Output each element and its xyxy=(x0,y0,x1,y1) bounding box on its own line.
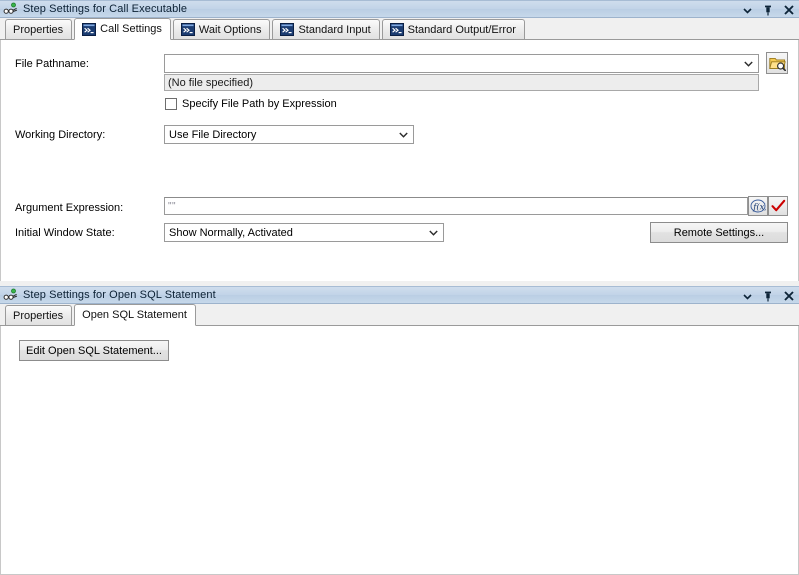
svg-text:f(x): f(x) xyxy=(752,201,766,212)
tab-standard-output-error[interactable]: Standard Output/Error xyxy=(381,19,525,39)
file-pathname-input[interactable] xyxy=(164,54,759,73)
browse-file-button[interactable] xyxy=(766,52,788,74)
tab-label: Properties xyxy=(13,309,64,322)
tab-label: Open SQL Statement xyxy=(82,309,187,321)
initial-window-state-label: Initial Window State: xyxy=(15,227,115,239)
auto-hide-pin-button[interactable] xyxy=(762,3,774,17)
step-settings-call-executable-panel: Step Settings for Call Executable Proper… xyxy=(0,0,799,281)
tab-standard-input[interactable]: Standard Input xyxy=(272,19,380,39)
working-directory-label: Working Directory: xyxy=(15,129,106,141)
initial-window-state-value: Show Normally, Activated xyxy=(169,226,293,239)
red-check-icon xyxy=(770,199,785,212)
panel-title: Step Settings for Call Executable xyxy=(23,3,188,15)
remote-settings-button[interactable]: Remote Settings... xyxy=(650,222,788,243)
tab-call-settings[interactable]: Call Settings xyxy=(74,18,171,40)
console-icon xyxy=(180,23,195,36)
step-icon xyxy=(3,2,19,16)
tab-label: Standard Input xyxy=(298,23,371,36)
working-directory-value: Use File Directory xyxy=(169,128,257,141)
open-sql-statement-form: Edit Open SQL Statement... xyxy=(0,326,799,575)
call-settings-form: File Pathname: (No file specified) Speci… xyxy=(0,40,799,281)
panel-menu-button[interactable] xyxy=(741,3,753,17)
tab-label: Call Settings xyxy=(100,23,162,35)
tabstrip: Properties Open SQL Statement xyxy=(0,304,799,326)
titlebar-buttons xyxy=(741,1,795,19)
argument-expression-value: "" xyxy=(168,200,177,212)
argument-expression-label: Argument Expression: xyxy=(15,202,124,214)
file-status-field: (No file specified) xyxy=(164,74,759,91)
folder-search-icon xyxy=(768,57,786,71)
titlebar-buttons xyxy=(741,287,795,305)
auto-hide-pin-button[interactable] xyxy=(762,289,774,303)
tab-properties[interactable]: Properties xyxy=(5,305,73,325)
step-icon xyxy=(3,288,19,302)
working-directory-select[interactable]: Use File Directory xyxy=(164,125,414,144)
function-fx-icon: f(x) xyxy=(750,199,766,213)
tabstrip: Properties Call Settings Wait Options St… xyxy=(0,18,799,40)
edit-open-sql-statement-label: Edit Open SQL Statement... xyxy=(26,344,162,357)
console-icon xyxy=(82,22,97,36)
close-button[interactable] xyxy=(783,289,795,303)
panel-menu-button[interactable] xyxy=(741,289,753,303)
expression-builder-button[interactable]: f(x) xyxy=(748,196,768,216)
tab-label: Properties xyxy=(13,23,64,36)
specify-file-path-by-expression-label: Specify File Path by Expression xyxy=(182,98,337,110)
validate-expression-button[interactable] xyxy=(768,196,788,216)
chevron-down-icon[interactable] xyxy=(395,127,412,142)
panel-titlebar: Step Settings for Open SQL Statement xyxy=(0,286,799,304)
edit-open-sql-statement-button[interactable]: Edit Open SQL Statement... xyxy=(19,340,169,361)
step-settings-open-sql-panel: Step Settings for Open SQL Statement Pro… xyxy=(0,286,799,575)
tab-properties[interactable]: Properties xyxy=(5,19,73,39)
tab-open-sql-statement[interactable]: Open SQL Statement xyxy=(74,304,196,326)
file-status-value: (No file specified) xyxy=(168,76,253,89)
console-icon xyxy=(389,23,404,36)
file-pathname-label: File Pathname: xyxy=(15,58,89,70)
specify-file-path-by-expression-checkbox[interactable] xyxy=(165,98,177,110)
tab-wait-options[interactable]: Wait Options xyxy=(172,19,271,39)
panel-titlebar: Step Settings for Call Executable xyxy=(0,0,799,18)
console-icon xyxy=(280,23,295,36)
specify-file-path-by-expression-row[interactable]: Specify File Path by Expression xyxy=(165,98,337,110)
chevron-down-icon[interactable] xyxy=(740,56,757,71)
initial-window-state-select[interactable]: Show Normally, Activated xyxy=(164,223,444,242)
remote-settings-label: Remote Settings... xyxy=(673,226,765,239)
chevron-down-icon[interactable] xyxy=(425,225,442,240)
tab-label: Standard Output/Error xyxy=(407,23,516,36)
argument-expression-input[interactable]: "" xyxy=(164,197,748,215)
tab-label: Wait Options xyxy=(198,23,262,36)
close-button[interactable] xyxy=(783,3,795,17)
panel-title: Step Settings for Open SQL Statement xyxy=(23,289,216,301)
